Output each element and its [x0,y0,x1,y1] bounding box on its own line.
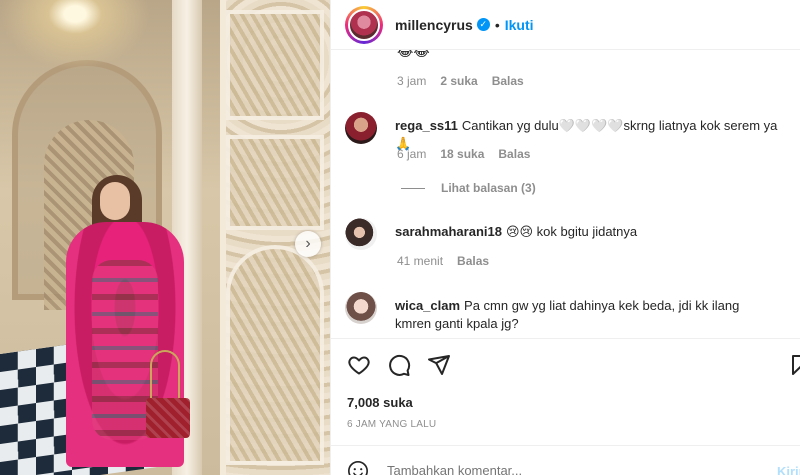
photo-carved-panel [226,245,324,465]
comment-meta: 41 menit Balas [397,254,489,268]
photo-chandelier [0,0,150,70]
commenter-avatar[interactable] [345,218,377,250]
replies-divider-line [401,187,425,189]
comments-list[interactable]: 😂😂 3 jam 2 suka Balas rega_ss11 Cantikan … [331,50,800,338]
comment-meta: 3 jam 2 suka Balas [397,74,524,88]
comment-item: sarahmaharani18 😢😢 kok bgitu jidatnya [345,218,785,250]
commenter-username[interactable]: rega_ss11 [395,118,458,133]
view-replies-button[interactable]: Lihat balasan (3) [401,181,536,195]
heart-icon[interactable] [347,353,371,377]
verified-badge-icon: ✓ [476,18,490,31]
comment-likes[interactable]: 2 suka [440,74,477,88]
comment-composer: Kirim [331,445,800,475]
photo-bag-strap [150,350,180,402]
comment-body: wica_clam Pa cmn gw yg liat dahinya kek b… [395,297,765,333]
commenter-username[interactable]: sarahmaharani18 [395,224,502,239]
post-comment-button[interactable]: Kirim [777,464,800,475]
author-avatar [348,8,380,41]
photo-person-face [100,182,130,220]
photo-carved-panel [226,135,324,230]
post-detail-panel: millencyrus ✓ • Ikuti 😂😂 3 jam 2 suka Ba… [330,0,800,475]
comment-body: sarahmaharani18 😢😢 kok bgitu jidatnya [395,223,637,250]
author-username[interactable]: millencyrus [395,17,473,33]
comment-meta: 6 jam 18 suka Balas [397,147,530,161]
reply-button[interactable]: Balas [457,254,489,268]
reply-button[interactable]: Balas [498,147,530,161]
reply-button[interactable]: Balas [492,74,524,88]
photo-carved-panel [226,10,324,120]
post-photo[interactable]: › [0,0,330,475]
comment-time[interactable]: 41 menit [397,254,443,268]
photo-red-bag [146,398,190,438]
header-separator: • [494,16,500,33]
comment-time[interactable]: 3 jam [397,74,426,88]
view-replies-label: Lihat balasan (3) [441,181,536,195]
commenter-avatar[interactable] [345,292,377,324]
chevron-right-icon: › [305,235,311,252]
comment-likes[interactable]: 18 suka [440,147,484,161]
like-count[interactable]: 7,008 suka [347,395,413,410]
post-timestamp[interactable]: 6 JAM YANG LALU [347,419,436,430]
next-image-button[interactable]: › [295,231,321,257]
comment-icon[interactable] [387,353,411,377]
comment-item: wica_clam Pa cmn gw yg liat dahinya kek b… [345,292,785,333]
post-header: millencyrus ✓ • Ikuti [331,0,800,50]
partial-comment-text: 😂😂 [397,50,430,59]
commenter-username[interactable]: wica_clam [395,298,460,313]
share-icon[interactable] [427,353,451,377]
emoji-icon[interactable] [347,460,369,475]
author-avatar-ring[interactable] [345,5,383,44]
comment-time[interactable]: 6 jam [397,147,426,161]
comment-input[interactable] [387,463,747,475]
comment-text: 😢😢 kok bgitu jidatnya [505,224,638,239]
commenter-avatar[interactable] [345,112,377,144]
bookmark-icon[interactable] [789,353,800,377]
follow-button[interactable]: Ikuti [505,17,534,33]
